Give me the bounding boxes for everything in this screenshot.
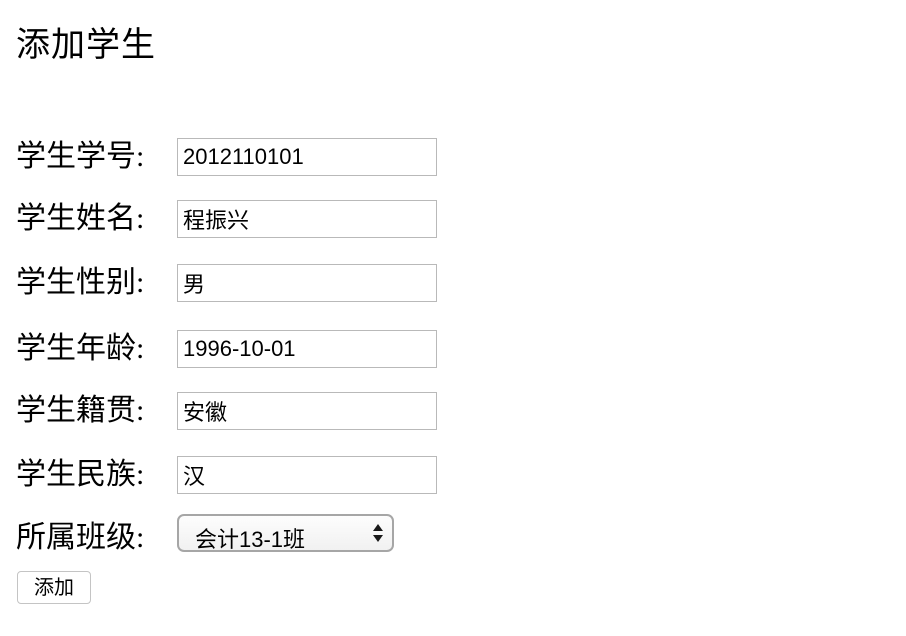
form-row-class: 所属班级: 会计13-1班 — [16, 514, 456, 558]
student-ethnicity-label: 学生民族: — [16, 458, 145, 491]
class-select-value: 会计13-1班 — [195, 527, 306, 552]
student-name-input[interactable] — [177, 200, 437, 238]
student-name-label: 学生姓名: — [16, 202, 145, 235]
select-up-down-arrows-icon — [373, 524, 383, 542]
page-title: 添加学生 — [16, 27, 156, 64]
form-row-student-ethnicity: 学生民族: — [16, 455, 456, 495]
form-row-student-hometown: 学生籍贯: — [16, 391, 456, 431]
form-row-student-id: 学生学号: — [16, 137, 456, 177]
student-id-input[interactable] — [177, 138, 437, 176]
student-gender-label: 学生性别: — [16, 266, 145, 299]
student-id-label: 学生学号: — [16, 140, 145, 173]
class-label: 所属班级: — [16, 521, 145, 554]
class-select[interactable]: 会计13-1班 — [177, 514, 394, 552]
student-ethnicity-input[interactable] — [177, 456, 437, 494]
student-age-input[interactable] — [177, 330, 437, 368]
form-row-student-name: 学生姓名: — [16, 199, 456, 239]
student-age-label: 学生年龄: — [16, 332, 145, 365]
student-gender-input[interactable] — [177, 264, 437, 302]
student-hometown-input[interactable] — [177, 392, 437, 430]
student-hometown-label: 学生籍贯: — [16, 394, 145, 427]
form-row-student-age: 学生年龄: — [16, 329, 456, 369]
add-button[interactable]: 添加 — [17, 571, 91, 604]
form-row-student-gender: 学生性别: — [16, 263, 456, 303]
